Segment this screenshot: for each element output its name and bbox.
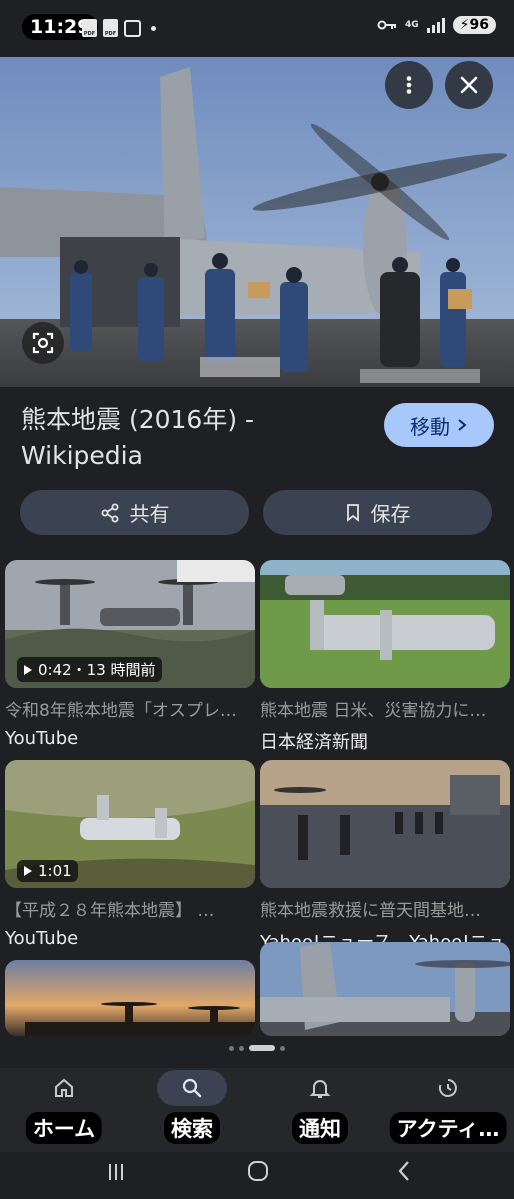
search-icon (182, 1078, 202, 1098)
screenshot-notification-icon (124, 19, 141, 37)
visit-label: 移動 (410, 414, 450, 439)
result-thumbnail (5, 960, 255, 1036)
lens-icon (32, 332, 54, 354)
card-title: 令和8年熊本地震「オスプレイ… (5, 701, 251, 721)
bookmark-icon (346, 503, 359, 522)
carousel-dot (229, 1045, 234, 1051)
related-result-card[interactable]: 熊本地震 日米、災害協力に… 日本経済新聞 (260, 560, 510, 754)
nav-activity[interactable]: アクティ… (384, 1068, 512, 1152)
related-result-card[interactable] (5, 960, 255, 1051)
duration-text: 1:01 (38, 862, 72, 880)
nav-home-label: ホーム (25, 1112, 103, 1144)
video-duration-badge: 0:42・13 時間前 (17, 657, 162, 682)
status-bar: 11:29 PDF PDF 4G ⚡96 (0, 0, 514, 56)
nav-notifications[interactable]: 通知 (256, 1068, 384, 1152)
back-icon[interactable] (396, 1160, 412, 1182)
carousel-dot-active (249, 1045, 275, 1051)
pdf-notification-icon: PDF (103, 19, 118, 37)
related-result-card[interactable]: 熊本地震救援に普天間基地… Yahoo!ニュース - Yahoo!ニュース (260, 760, 510, 954)
save-button[interactable]: 保存 (263, 490, 492, 535)
related-result-card[interactable] (260, 942, 510, 1051)
card-source: YouTube (5, 928, 79, 949)
vpn-key-icon (377, 20, 397, 30)
play-icon (24, 866, 32, 876)
close-icon (460, 76, 478, 94)
hero-image[interactable] (0, 57, 514, 387)
battery-level: 96 (469, 17, 489, 33)
more-notifications-dot-icon (151, 25, 156, 31)
related-result-card[interactable]: 1:01 【平成２８年熊本地震】 … YouTube (5, 760, 255, 949)
card-source: 日本経済新聞 (260, 732, 368, 753)
notification-icons: PDF PDF (82, 19, 156, 37)
card-title: 熊本地震 日米、災害協力に… (260, 701, 487, 721)
visit-button[interactable]: 移動 (384, 403, 494, 447)
result-thumbnail (260, 760, 510, 888)
home-button-icon[interactable] (247, 1160, 269, 1182)
nav-search-label: 検索 (164, 1112, 220, 1144)
related-result-card[interactable]: 0:42・13 時間前 令和8年熊本地震「オスプレイ… YouTube (5, 560, 255, 749)
bottom-navigation: ホーム 検索 通知 アクティ… (0, 1068, 514, 1152)
card-title: 熊本地震救援に普天間基地… (260, 901, 481, 921)
result-thumbnail: 0:42・13 時間前 (5, 560, 255, 688)
result-thumbnail: 1:01 (5, 760, 255, 888)
card-title: 【平成２８年熊本地震】 … (5, 901, 215, 921)
chevron-right-icon (458, 419, 467, 431)
more-options-button[interactable] (385, 61, 433, 109)
carousel-indicator (0, 1045, 514, 1051)
share-label: 共有 (129, 502, 170, 526)
more-vertical-icon (406, 76, 412, 94)
bell-icon (309, 1080, 331, 1098)
signal-icon (426, 17, 445, 33)
pdf-notification-icon: PDF (82, 19, 97, 37)
nav-activity-label: アクティ… (389, 1112, 507, 1144)
battery-bolt-icon: ⚡ (459, 17, 470, 33)
save-label: 保存 (370, 502, 411, 526)
play-icon (24, 664, 32, 675)
home-icon (55, 1078, 73, 1097)
share-icon (101, 503, 118, 522)
result-title[interactable]: 熊本地震 (2016年) - Wikipedia (21, 402, 361, 474)
carousel-dot (280, 1045, 285, 1051)
nav-notifications-label: 通知 (292, 1112, 348, 1144)
activity-icon (438, 1079, 457, 1097)
share-button[interactable]: 共有 (20, 490, 249, 535)
lens-search-button[interactable] (22, 322, 64, 364)
hero-photo (0, 57, 514, 387)
recent-apps-icon[interactable] (106, 1162, 126, 1182)
battery-indicator: ⚡96 (452, 16, 496, 34)
video-duration-badge: 1:01 (17, 860, 78, 882)
network-type: 4G (405, 19, 419, 30)
duration-text: 0:42・13 時間前 (38, 661, 156, 679)
close-button[interactable] (445, 61, 493, 109)
status-right: 4G ⚡96 (377, 16, 496, 34)
card-source: YouTube (5, 728, 79, 749)
system-navigation-bar (0, 1152, 514, 1199)
result-thumbnail (260, 942, 510, 1036)
nav-search[interactable]: 検索 (128, 1068, 256, 1152)
result-thumbnail (260, 560, 510, 688)
carousel-dot (239, 1045, 244, 1051)
nav-home[interactable]: ホーム (0, 1068, 128, 1152)
